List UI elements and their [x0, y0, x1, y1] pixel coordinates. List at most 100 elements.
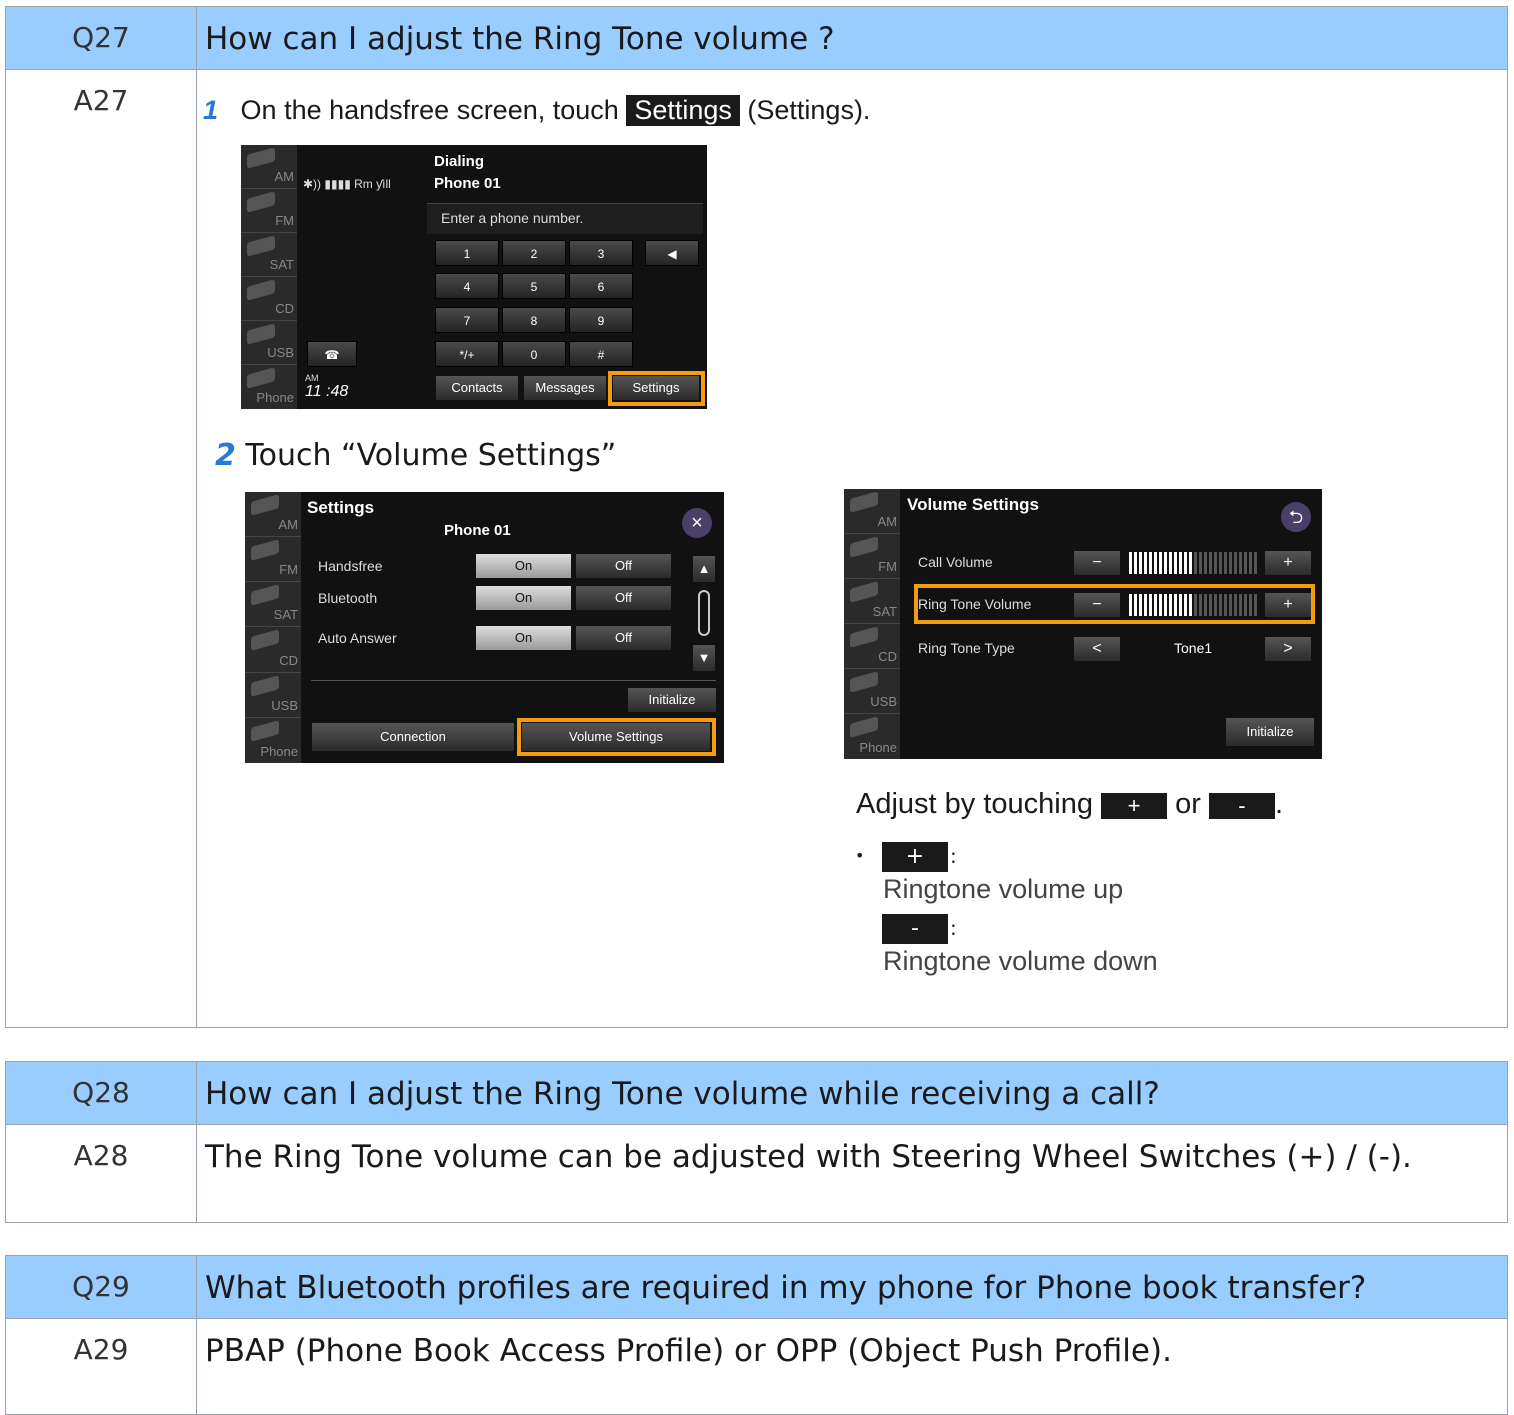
scroll-down-button[interactable]: ▼ [692, 644, 716, 672]
volume-segment [1149, 552, 1152, 574]
highlight-settings [608, 371, 705, 406]
adjust-instruction: Adjust by touching + or -. [856, 788, 1283, 821]
volume-segment [1174, 552, 1177, 574]
volume-segment [1159, 552, 1162, 574]
initialize-button[interactable]: Initialize [1225, 717, 1315, 747]
source-am[interactable]: AM [245, 492, 301, 538]
source-fm[interactable]: FM [241, 189, 297, 233]
bluetooth-off-button[interactable]: Off [575, 585, 672, 611]
qa-block-29: Q29 What Bluetooth profiles are required… [5, 1255, 1508, 1415]
source-sat[interactable]: SAT [245, 582, 301, 628]
minus-inline-button: - [1208, 793, 1275, 819]
key-9[interactable]: 9 [569, 307, 633, 333]
row-label-handsfree: Handsfree [318, 558, 383, 574]
call-volume-plus-button[interactable]: + [1264, 550, 1312, 576]
volume-segment [1144, 552, 1147, 574]
call-volume-minus-button[interactable]: − [1073, 550, 1121, 576]
question-text: How can I adjust the Ring Tone volume wh… [205, 1076, 1160, 1112]
minus-legend-text: Ringtone volume down [883, 946, 1158, 976]
key-star[interactable]: */+ [435, 341, 499, 367]
question-id: Q28 [6, 1062, 197, 1124]
bullet: • [855, 846, 865, 865]
step-text-end: (Settings). [747, 95, 871, 125]
key-7[interactable]: 7 [435, 307, 499, 333]
source-fm[interactable]: FM [245, 537, 301, 583]
volume-segment [1239, 552, 1242, 574]
question-id: Q27 [6, 7, 197, 69]
plus-legend-colon: : [950, 844, 957, 868]
step-2: 2 Touch “Volume Settings” [215, 438, 616, 473]
screen-title: Volume Settings [907, 495, 1039, 514]
highlight-volume-settings [517, 718, 716, 756]
source-usb[interactable]: USB [241, 321, 297, 365]
step-number: 2 [215, 438, 236, 473]
key-3[interactable]: 3 [569, 240, 633, 266]
key-0[interactable]: 0 [502, 341, 566, 367]
step-number: 1 [203, 95, 219, 125]
source-cd[interactable]: CD [844, 624, 900, 669]
volume-segment [1219, 552, 1222, 574]
step-1: 1 On the handsfree screen, touch Setting… [203, 95, 870, 126]
source-cd[interactable]: CD [245, 627, 301, 673]
backspace-icon[interactable]: ◀ [645, 240, 699, 266]
scrollbar-thumb[interactable] [698, 590, 710, 636]
key-2[interactable]: 2 [502, 240, 566, 266]
key-1[interactable]: 1 [435, 240, 499, 266]
key-8[interactable]: 8 [502, 307, 566, 333]
step-text: On the handsfree screen, touch [240, 95, 619, 125]
row-label-auto-answer: Auto Answer [318, 630, 397, 646]
number-field[interactable]: Enter a phone number. [427, 203, 703, 234]
close-icon[interactable]: × [682, 508, 712, 538]
source-sidebar: AM FM SAT CD USB Phone [245, 492, 301, 763]
ring-tone-next-button[interactable]: > [1264, 636, 1312, 662]
call-icon[interactable]: ☎ [307, 341, 357, 367]
bluetooth-on-button[interactable]: On [475, 585, 572, 611]
source-sat[interactable]: SAT [844, 579, 900, 624]
divider [311, 680, 716, 681]
auto-answer-off-button[interactable]: Off [575, 625, 672, 651]
source-cd[interactable]: CD [241, 277, 297, 321]
volume-segment [1164, 552, 1167, 574]
initialize-button[interactable]: Initialize [627, 687, 717, 713]
source-sidebar: AM FM SAT CD USB Phone [844, 489, 900, 759]
source-am[interactable]: AM [844, 489, 900, 534]
question-row: Q29 What Bluetooth profiles are required… [6, 1256, 1507, 1319]
source-phone[interactable]: Phone [245, 718, 301, 763]
source-sidebar: AM FM SAT CD USB Phone [241, 145, 297, 409]
source-am[interactable]: AM [241, 145, 297, 189]
source-sat[interactable]: SAT [241, 233, 297, 277]
source-phone[interactable]: Phone [844, 714, 900, 759]
adjust-text: Adjust by touching [856, 788, 1093, 820]
volume-segment [1214, 552, 1217, 574]
key-4[interactable]: 4 [435, 273, 499, 299]
answer-id: A27 [6, 70, 197, 1027]
tab-contacts[interactable]: Contacts [435, 375, 519, 401]
source-usb[interactable]: USB [844, 669, 900, 714]
answer-row: A29 PBAP (Phone Book Access Profile) or … [6, 1319, 1507, 1414]
screen-title: Dialing [434, 153, 485, 170]
handsfree-off-button[interactable]: Off [575, 553, 672, 579]
key-hash[interactable]: # [569, 341, 633, 367]
volume-segment [1199, 552, 1202, 574]
tab-connection[interactable]: Connection [311, 722, 515, 752]
source-usb[interactable]: USB [245, 673, 301, 718]
auto-answer-on-button[interactable]: On [475, 625, 572, 651]
source-phone[interactable]: Phone [241, 365, 297, 409]
adjust-end: . [1274, 788, 1284, 820]
key-6[interactable]: 6 [569, 273, 633, 299]
ring-tone-prev-button[interactable]: < [1073, 636, 1121, 662]
question-text: What Bluetooth profiles are required in … [205, 1270, 1367, 1306]
scroll-up-button[interactable]: ▲ [692, 555, 716, 583]
volume-segment [1229, 552, 1232, 574]
source-fm[interactable]: FM [844, 534, 900, 579]
volume-segment [1244, 552, 1247, 574]
tab-messages[interactable]: Messages [523, 375, 607, 401]
back-icon[interactable]: ⮌ [1281, 502, 1311, 532]
ring-tone-type-value: Tone1 [1174, 640, 1213, 656]
volume-segment [1179, 552, 1182, 574]
dialing-screen: AM FM SAT CD USB Phone ✱)) ▮▮▮▮ Rm ƴıll … [241, 145, 707, 409]
highlight-ring-tone-volume [914, 584, 1315, 624]
handsfree-on-button[interactable]: On [475, 553, 572, 579]
volume-segment [1189, 552, 1192, 574]
key-5[interactable]: 5 [502, 273, 566, 299]
